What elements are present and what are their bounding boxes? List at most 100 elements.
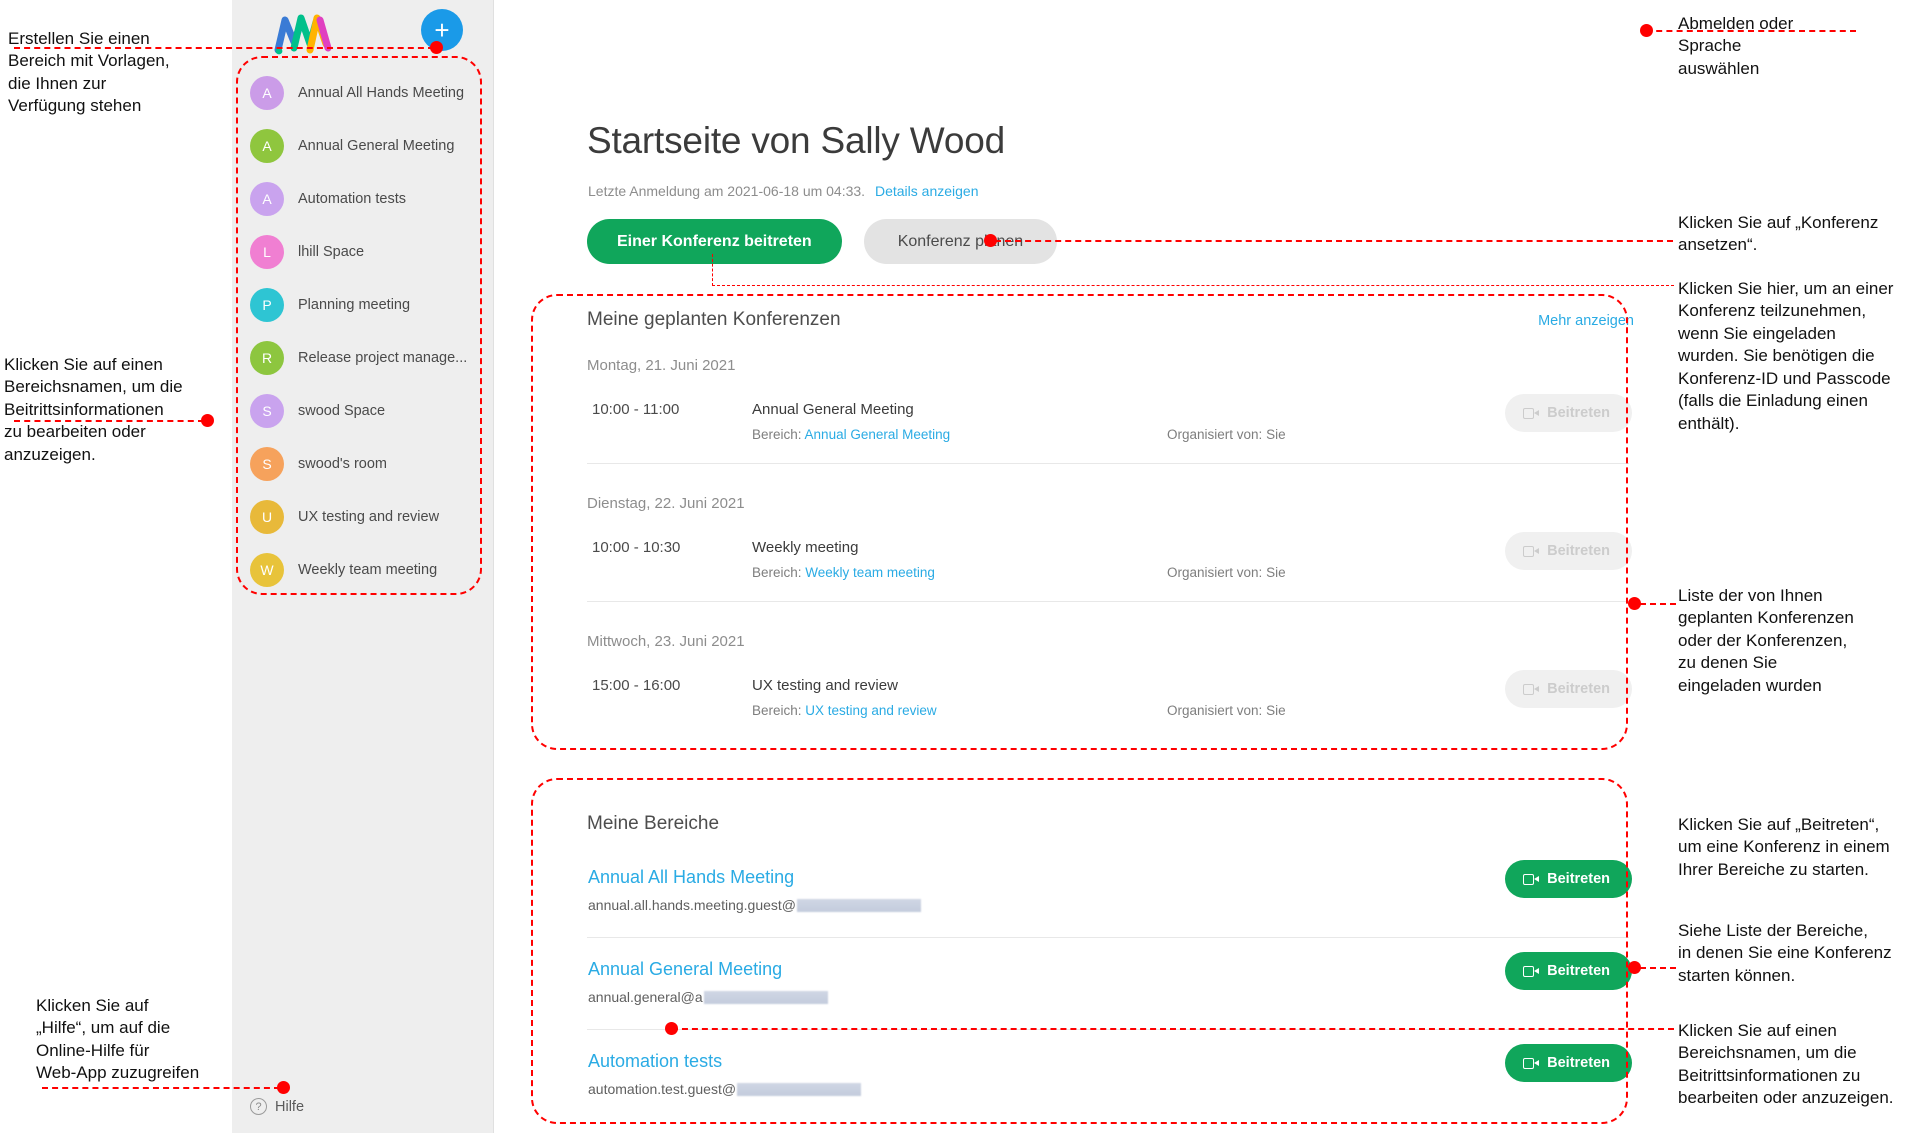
- meeting-join-button[interactable]: Beitreten: [1505, 532, 1632, 570]
- space-join-button[interactable]: Beitreten: [1505, 860, 1632, 898]
- space-avatar: S: [250, 446, 284, 481]
- meeting-join-label: Beitreten: [1547, 405, 1610, 421]
- meeting-host: Organisiert von: Sie: [1167, 703, 1286, 718]
- space-divider: [587, 937, 1629, 938]
- meeting-host: Organisiert von: Sie: [1167, 565, 1286, 580]
- space-name-label: swood's room: [298, 455, 387, 472]
- sidebar-space-item[interactable]: Sswood's room: [232, 437, 494, 490]
- camera-icon: [1523, 407, 1540, 419]
- space-row-name[interactable]: Annual All Hands Meeting: [588, 867, 794, 888]
- meeting-join-label: Beitreten: [1547, 681, 1610, 697]
- sidebar-space-item[interactable]: W Weekly team meeting: [232, 543, 494, 596]
- space-join-label: Beitreten: [1547, 871, 1610, 887]
- annotation-leader-space-name-edit-2: [672, 1028, 1674, 1030]
- space-row-name[interactable]: Annual General Meeting: [588, 959, 782, 980]
- sidebar-space-item[interactable]: P Planning meeting: [232, 278, 494, 331]
- meeting-host-prefix: Organisiert von:: [1167, 565, 1263, 580]
- meeting-day-label: Mittwoch, 23. Juni 2021: [587, 633, 745, 650]
- camera-icon: [1523, 1057, 1540, 1069]
- app-window: + A Annual All Hands Meeting A Annual Gener…: [232, 0, 1696, 1133]
- join-meeting-button[interactable]: Einer Konferenz beitreten: [587, 219, 842, 264]
- annotation-leader-sign-out: [1646, 30, 1856, 32]
- question-mark-icon: ?: [250, 1098, 267, 1115]
- space-join-button[interactable]: Beitreten: [1505, 952, 1632, 990]
- annotation-dot-space-list: [1628, 961, 1641, 974]
- annotation-leader-space-list: [1640, 967, 1676, 969]
- meeting-host-prefix: Organisiert von:: [1167, 427, 1263, 442]
- space-row-email: automation.test.guest@: [588, 1081, 862, 1097]
- meeting-space-link[interactable]: Annual General Meeting: [805, 427, 951, 442]
- help-link[interactable]: ? Hilfe: [250, 1098, 304, 1115]
- sidebar-space-item[interactable]: A Annual All Hands Meeting: [232, 66, 494, 119]
- annotation-meeting-list: Liste der von Ihnen geplanten Konferenze…: [1678, 586, 1854, 695]
- space-row-email-text: annual.all.hands.meeting.guest@: [588, 897, 797, 913]
- plus-icon: +: [434, 15, 450, 45]
- sidebar-space-item[interactable]: A Automation tests: [232, 172, 494, 225]
- meeting-time: 15:00 - 16:00: [592, 677, 681, 694]
- annotation-leader-join-1: [712, 285, 1674, 286]
- space-name-label: lhill Space: [298, 243, 365, 260]
- space-name-label: Automation tests: [298, 190, 406, 207]
- space-row-email: annual.all.hands.meeting.guest@: [588, 897, 922, 913]
- meeting-join-button[interactable]: Beitreten: [1505, 670, 1632, 708]
- space-join-label: Beitreten: [1547, 963, 1610, 979]
- last-login-text: Letzte Anmeldung am 2021-06-18 um 04:33.: [588, 183, 866, 199]
- annotation-space-name-edit: Klicken Sie auf einen Bereichsnamen, um …: [4, 355, 183, 464]
- meeting-day-label: Montag, 21. Juni 2021: [587, 357, 736, 374]
- meeting-space-prefix: Bereich:: [752, 703, 802, 718]
- meeting-time: 10:00 - 10:30: [592, 539, 681, 556]
- annotation-start-meeting: Klicken Sie auf „Beitreten“, um eine Kon…: [1678, 815, 1890, 879]
- sidebar: + A Annual All Hands Meeting A Annual Gener…: [232, 0, 494, 1133]
- annotation-leader-create-space: [14, 47, 434, 49]
- annotation-dot-schedule: [984, 234, 997, 247]
- sidebar-space-item[interactable]: Sswood Space: [232, 384, 494, 437]
- annotation-create-space: Erstellen Sie einen Bereich mit Vorlagen…: [8, 29, 170, 116]
- meeting-divider: [587, 601, 1629, 602]
- sidebar-space-item[interactable]: Llhill Space: [232, 225, 494, 278]
- last-login: Letzte Anmeldung am 2021-06-18 um 04:33.…: [588, 183, 978, 199]
- meeting-host-value: Sie: [1266, 427, 1286, 442]
- space-row-name[interactable]: Automation tests: [588, 1051, 722, 1072]
- space-avatar: W: [250, 552, 284, 587]
- space-avatar: A: [250, 128, 284, 163]
- show-more-link[interactable]: Mehr anzeigen: [1538, 313, 1634, 329]
- space-join-label: Beitreten: [1547, 1055, 1610, 1071]
- space-avatar: L: [250, 234, 284, 269]
- my-spaces-card: Meine Bereiche Annual All Hands Meeting a…: [514, 799, 1674, 1133]
- camera-icon: [1523, 683, 1540, 695]
- annotation-dot-space-name-edit-2: [665, 1022, 678, 1035]
- annotation-dot-sign-out: [1640, 24, 1653, 37]
- last-login-details-link[interactable]: Details anzeigen: [875, 183, 979, 199]
- space-name-label: Planning meeting: [298, 296, 411, 313]
- meeting-space-prefix: Bereich:: [752, 565, 802, 580]
- meeting-space-link[interactable]: Weekly team meeting: [805, 565, 935, 580]
- meeting-divider: [587, 463, 1629, 464]
- meeting-space: Bereich: UX testing and review: [752, 703, 937, 718]
- annotation-leader-join-2: [712, 254, 713, 286]
- meeting-space-prefix: Bereich:: [752, 427, 802, 442]
- annotation-join: Klicken Sie hier, um an einer Konferenz …: [1678, 279, 1894, 433]
- space-list: A Annual All Hands Meeting A Annual General…: [232, 66, 494, 596]
- annotation-dot-meeting-list: [1628, 597, 1641, 610]
- camera-icon: [1523, 873, 1540, 885]
- space-row-email-text: automation.test.guest@: [588, 1081, 737, 1097]
- sidebar-space-item[interactable]: U UX testing and review: [232, 490, 494, 543]
- meeting-space: Bereich: Weekly team meeting: [752, 565, 935, 580]
- meeting-title: UX testing and review: [752, 677, 898, 694]
- annotation-help-access: Klicken Sie auf „Hilfe“, um auf die Onli…: [36, 996, 200, 1083]
- space-name-label: Weekly team meeting: [298, 561, 438, 578]
- space-name-label: Annual All Hands Meeting: [298, 84, 465, 101]
- meeting-space-link[interactable]: UX testing and review: [805, 703, 936, 718]
- space-name-label: UX testing and review: [298, 508, 440, 525]
- meeting-time: 10:00 - 11:00: [592, 401, 680, 418]
- space-join-button[interactable]: Beitreten: [1505, 1044, 1632, 1082]
- sidebar-space-item[interactable]: R Release project manage...: [232, 331, 494, 384]
- meeting-join-button[interactable]: Beitreten: [1505, 394, 1632, 432]
- meeting-space: Bereich: Annual General Meeting: [752, 427, 950, 442]
- my-spaces-title: Meine Bereiche: [587, 813, 720, 834]
- redacted-domain: [703, 991, 828, 1004]
- sidebar-space-item[interactable]: A Annual General Meeting: [232, 119, 494, 172]
- space-avatar: R: [250, 340, 284, 375]
- redacted-domain: [737, 1083, 862, 1096]
- meeting-host-value: Sie: [1266, 565, 1286, 580]
